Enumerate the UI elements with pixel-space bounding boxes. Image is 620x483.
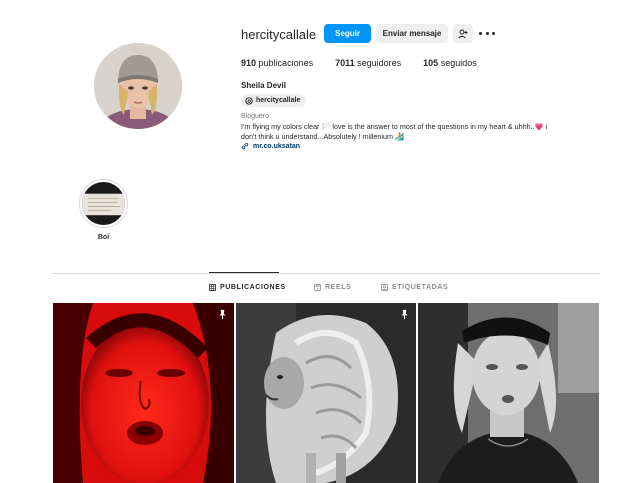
active-tab-indicator <box>209 272 279 273</box>
post-thumbnail[interactable] <box>236 303 416 483</box>
profile-link[interactable]: mr.co.uksatan <box>241 142 300 150</box>
bio-text-line2: don't think u understand...Absolutely ! … <box>241 132 395 141</box>
bio-heart-emoji: 💗 <box>534 122 544 131</box>
followers-stat[interactable]: 7011 seguidores <box>335 58 401 68</box>
following-stat[interactable]: 105 seguidos <box>423 58 477 68</box>
profile-full-name: Sheila Devil <box>241 81 286 90</box>
following-label: seguidos <box>440 58 477 68</box>
post-thumbnail[interactable] <box>418 303 599 483</box>
pin-icon <box>219 309 226 320</box>
tab-reels[interactable]: REELS <box>314 284 351 291</box>
posts-stat: 910 publicaciones <box>241 58 313 68</box>
grid-icon <box>209 284 216 291</box>
profile-bio: I'm flying my colors clear 🏳️ love is th… <box>241 122 601 142</box>
send-message-button[interactable]: Enviar mensaje <box>376 24 448 43</box>
suggested-users-button[interactable] <box>453 24 473 43</box>
threads-icon <box>245 96 253 105</box>
following-count: 105 <box>423 58 439 68</box>
highlight-cover <box>82 182 125 225</box>
profile-username: hercitycallale <box>241 27 317 42</box>
pin-icon <box>401 309 408 320</box>
posts-count: 910 <box>241 58 257 68</box>
tab-posts[interactable]: PUBLICACIONES <box>209 284 286 291</box>
add-person-icon <box>458 29 468 38</box>
posts-label: publicaciones <box>258 58 314 68</box>
tagged-icon <box>381 284 388 291</box>
followers-label: seguidores <box>357 58 402 68</box>
post-image-lion <box>236 303 416 483</box>
link-icon <box>241 142 249 150</box>
highlight-label: Boi <box>97 234 110 241</box>
tab-tagged-label: ETIQUETADAS <box>392 284 449 291</box>
threads-handle: hercitycallale <box>256 97 301 104</box>
profile-avatar[interactable] <box>94 43 182 129</box>
profile-link-text: mr.co.uksatan <box>253 142 301 150</box>
post-image-red-face <box>53 303 234 483</box>
tab-tagged[interactable]: ETIQUETADAS <box>381 284 448 291</box>
threads-badge[interactable]: hercitycallale <box>241 94 307 107</box>
story-highlight[interactable] <box>79 179 128 228</box>
follow-button[interactable]: Seguir <box>324 24 371 43</box>
post-thumbnail[interactable] <box>53 303 234 483</box>
tab-posts-label: PUBLICACIONES <box>220 284 286 291</box>
profile-stats: 910 publicaciones 7011 seguidores 105 se… <box>241 58 499 68</box>
followers-count: 7011 <box>335 58 355 68</box>
profile-category: Bloguero <box>241 113 270 120</box>
tab-reels-label: REELS <box>325 284 352 291</box>
tabs-divider <box>52 273 600 274</box>
post-image-portrait <box>418 303 599 483</box>
avatar-image <box>94 43 182 129</box>
bio-text-line1: I'm flying my colors clear 🏳️ love is th… <box>241 122 535 131</box>
bio-text-line1-end: i <box>543 122 548 131</box>
more-options-icon[interactable] <box>479 27 495 39</box>
bio-surf-emoji: 🏄 <box>395 132 404 141</box>
reels-icon <box>314 284 321 291</box>
